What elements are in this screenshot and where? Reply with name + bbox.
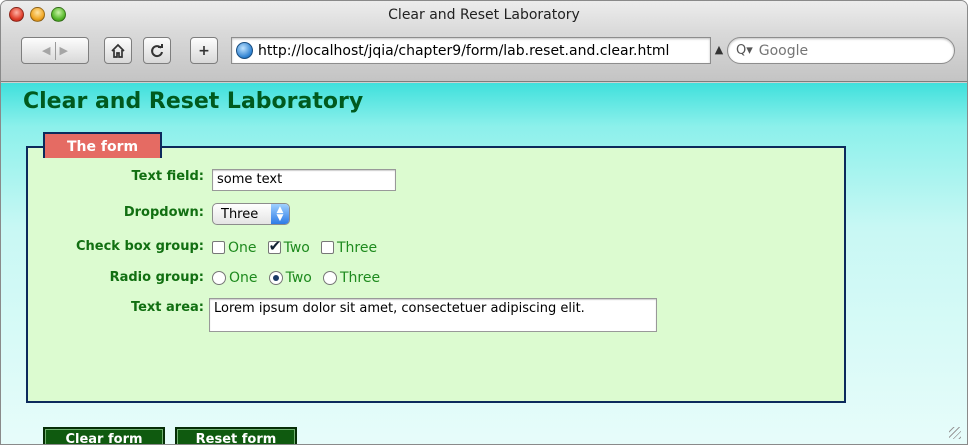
- page-content: Clear and Reset Laboratory The form Text…: [1, 83, 967, 444]
- reload-icon: [151, 43, 163, 57]
- checkbox-three-box[interactable]: [320, 241, 334, 254]
- radio-group-row: Radio group: One Two Three: [28, 268, 844, 292]
- dropdown-label: Dropdown:: [123, 205, 204, 220]
- clear-form-button[interactable]: Clear form: [43, 427, 165, 444]
- checkbox-group-label: Check box group:: [75, 239, 204, 254]
- radio-group-label: Radio group:: [109, 270, 204, 285]
- text-field-label: Text field:: [131, 169, 205, 184]
- radio-three-label: Three: [339, 270, 381, 286]
- text-field-row: Text field:: [28, 168, 844, 192]
- checkbox-group-row: Check box group: One Two Three: [28, 237, 844, 261]
- text-area-input[interactable]: Lorem ipsum dolor sit amet, consectetuer…: [209, 298, 657, 332]
- checkbox-one-box[interactable]: [212, 241, 225, 254]
- url-text[interactable]: http://localhost/jqia/chapter9/form/lab.…: [258, 43, 669, 59]
- plus-icon: +: [198, 42, 210, 59]
- checkbox-two[interactable]: Two: [267, 237, 310, 256]
- radio-one-button[interactable]: [212, 271, 226, 285]
- radio-two-label: Two: [285, 270, 312, 286]
- dropdown-select[interactable]: Three ▲ ▼: [212, 203, 290, 225]
- dropdown-value: Three: [221, 206, 259, 222]
- forward-arrow-icon[interactable]: ▶: [60, 44, 68, 57]
- home-button[interactable]: [104, 37, 132, 64]
- radio-three[interactable]: Three: [322, 270, 381, 286]
- browser-window: Clear and Reset Laboratory ◀ ▶ + http://…: [0, 0, 968, 445]
- checkbox-one-label: One: [228, 239, 257, 256]
- add-bookmark-button[interactable]: +: [190, 37, 218, 64]
- radio-one-label: One: [229, 270, 258, 286]
- page-title: Clear and Reset Laboratory: [23, 89, 364, 114]
- checkbox-three[interactable]: Three: [320, 239, 378, 256]
- radio-one[interactable]: One: [212, 270, 258, 286]
- checkbox-two-label: Two: [283, 239, 310, 256]
- form-fieldset: The form Text field: Dropdown: Three ▲▼ …: [26, 132, 846, 444]
- search-icon: Q▾: [736, 43, 753, 58]
- back-arrow-icon[interactable]: ◀: [42, 44, 50, 57]
- reload-button[interactable]: [143, 37, 171, 64]
- radio-two[interactable]: Two: [268, 270, 312, 286]
- window-title: Clear and Reset Laboratory: [388, 7, 580, 23]
- back-forward-buttons: ◀ ▶: [21, 37, 89, 64]
- url-history-chevron-icon[interactable]: ▲: [712, 40, 726, 60]
- dropdown-row: Dropdown: Three ▲ ▼: [28, 203, 844, 227]
- window-resize-grip-icon[interactable]: [949, 427, 961, 439]
- divider: [54, 41, 56, 60]
- text-area-row: Text area: Lorem ipsum dolor sit amet, c…: [28, 298, 844, 338]
- checkbox-two-box[interactable]: [267, 237, 281, 255]
- search-field[interactable]: Q▾: [727, 37, 955, 64]
- form-legend: The form: [43, 132, 163, 158]
- globe-icon: [236, 42, 253, 59]
- text-field-input[interactable]: [212, 168, 396, 191]
- address-bar[interactable]: http://localhost/jqia/chapter9/form/lab.…: [231, 37, 711, 64]
- select-arrows-icon: ▲ ▼: [271, 204, 289, 224]
- browser-chrome: Clear and Reset Laboratory ◀ ▶ + http://…: [1, 1, 967, 82]
- reset-form-button[interactable]: Reset form: [175, 427, 297, 444]
- browser-toolbar: ◀ ▶ + http://localhost/jqia/chapter9/for…: [1, 37, 967, 71]
- search-input[interactable]: [756, 41, 937, 60]
- home-icon: [111, 43, 125, 58]
- text-area-label: Text area:: [130, 300, 204, 315]
- radio-three-button[interactable]: [322, 271, 337, 285]
- radio-two-button[interactable]: [268, 271, 283, 285]
- checkbox-three-label: Three: [336, 239, 378, 256]
- checkbox-one[interactable]: One: [212, 240, 257, 256]
